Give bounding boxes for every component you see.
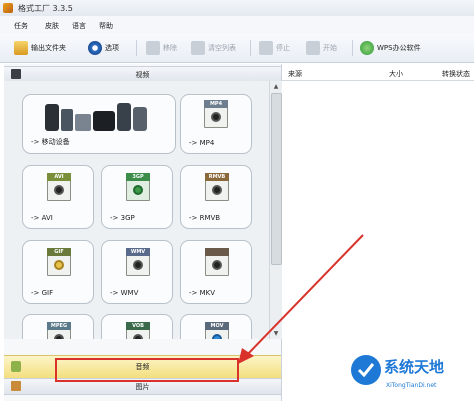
watermark-sub-text: XiTongTianDi.net bbox=[386, 382, 437, 389]
watermark-main-text: 系统天地 bbox=[384, 358, 445, 376]
watermark: 系统天地 XiTongTianDi.net bbox=[346, 352, 474, 401]
annotation-arrow bbox=[238, 234, 364, 364]
watermark-logo-icon bbox=[351, 355, 381, 385]
